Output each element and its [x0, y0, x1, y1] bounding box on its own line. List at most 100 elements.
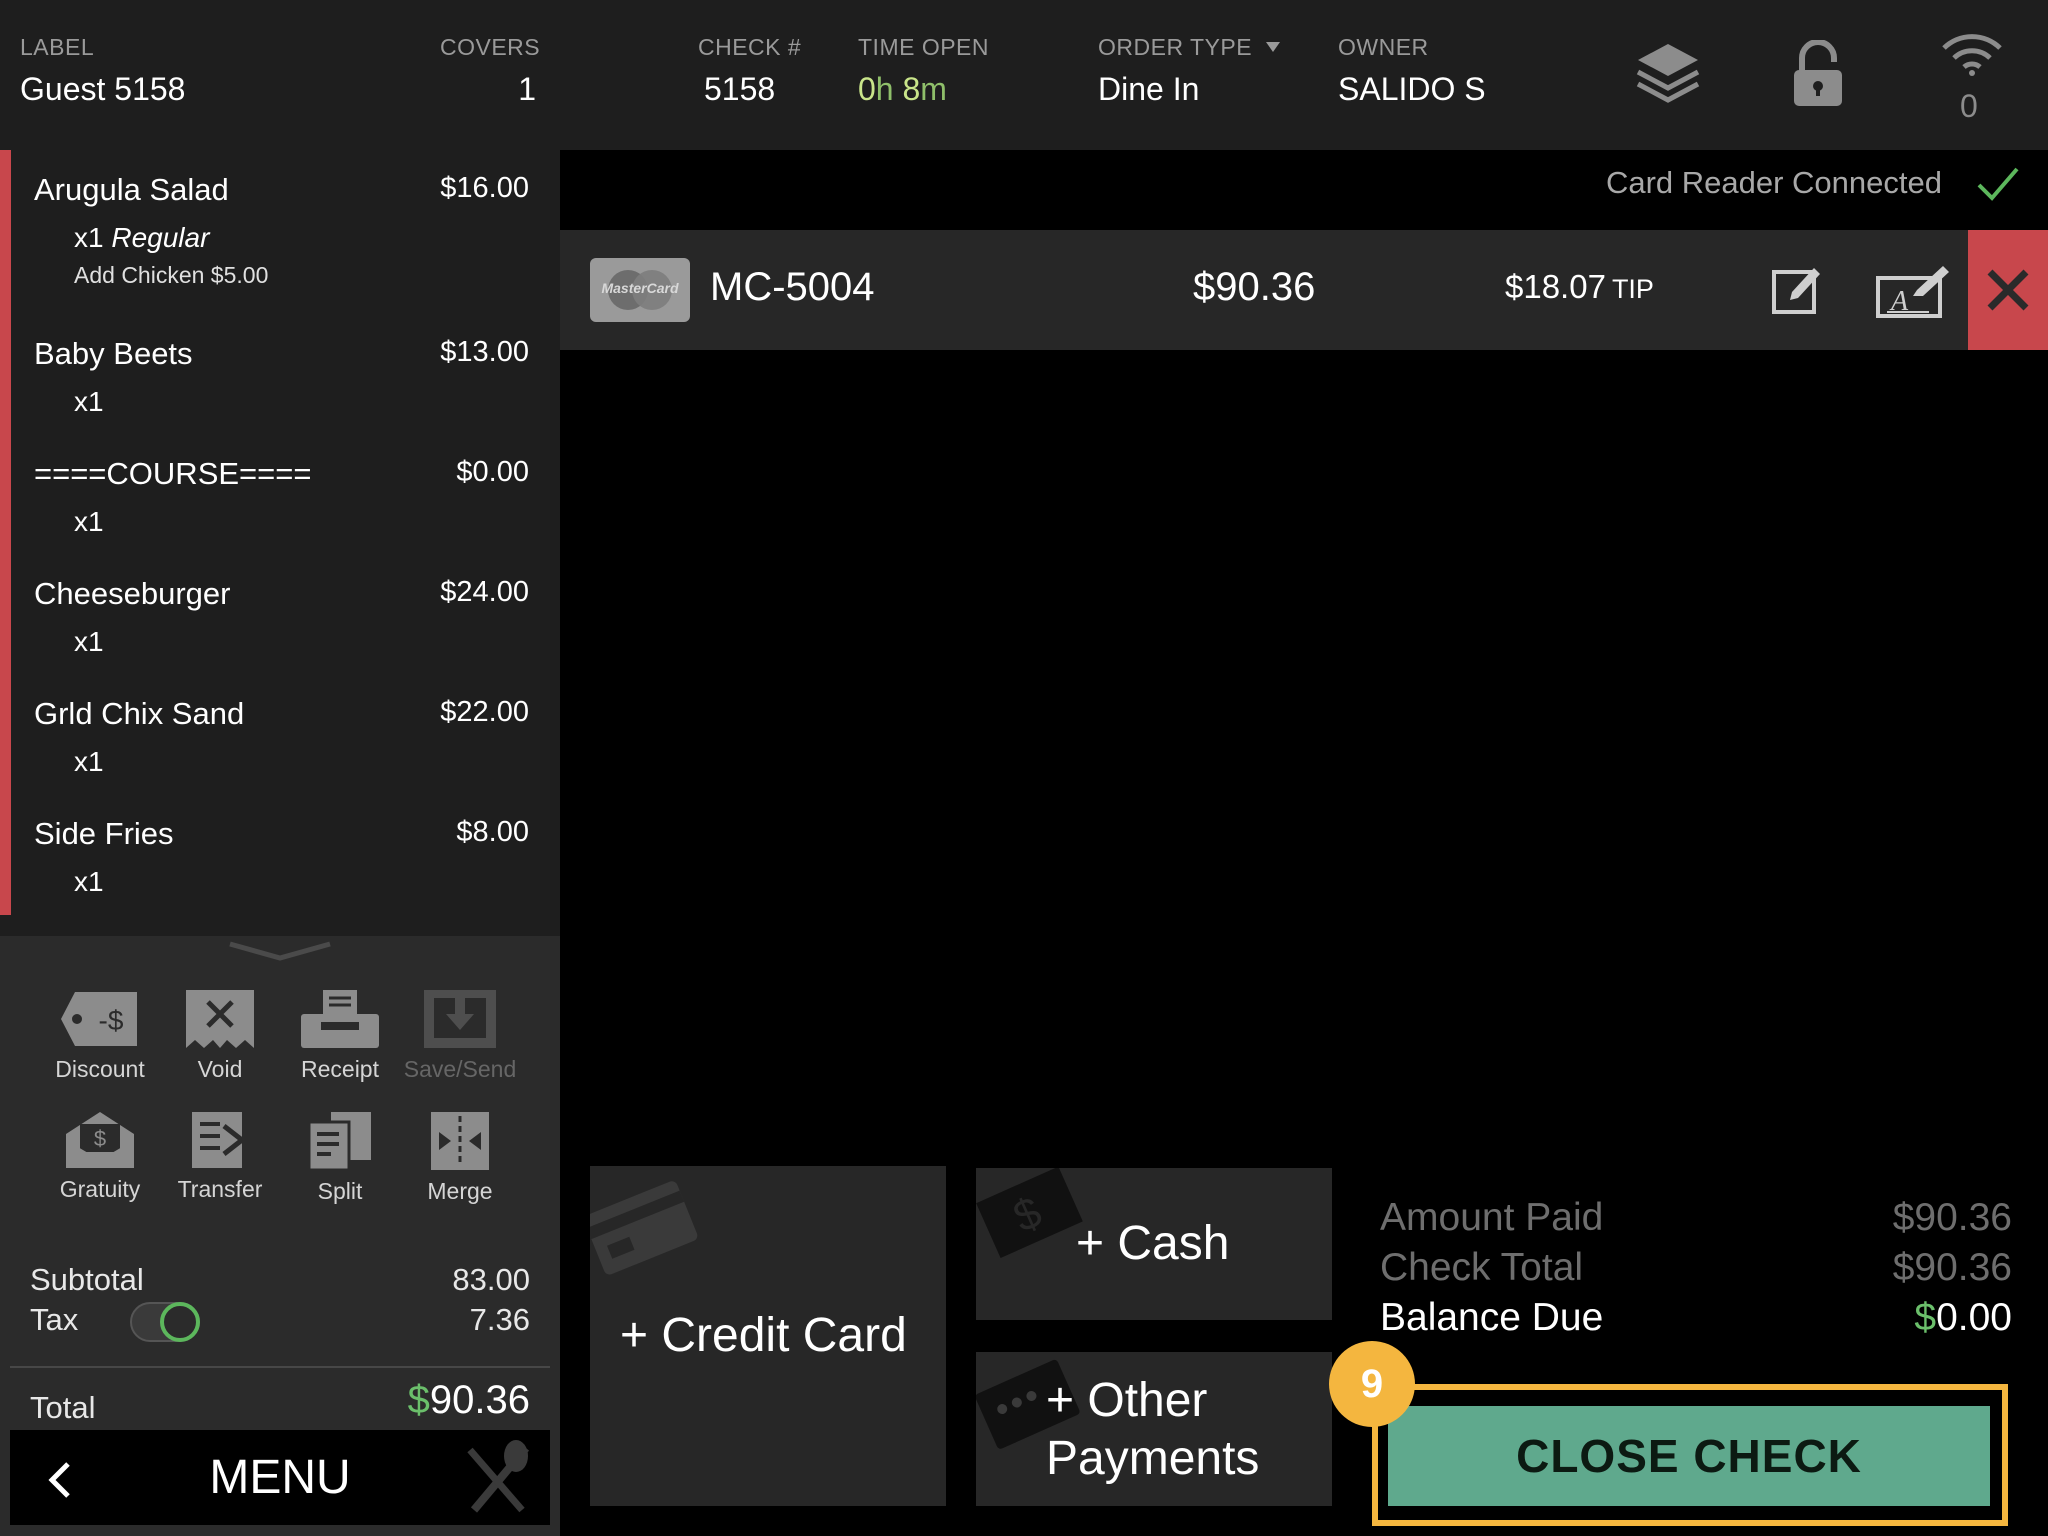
tip-amount: $18.07 [1505, 268, 1606, 305]
order-item[interactable]: Arugula Salad $16.00 x1 Regular Add Chic… [34, 172, 529, 289]
seat-accent-bar [0, 150, 11, 915]
mastercard-logo-icon: MasterCard [590, 258, 690, 322]
merge-icon [431, 1112, 489, 1170]
item-qty: x1 [74, 506, 104, 537]
split-button[interactable]: Split [280, 1110, 400, 1205]
item-price: $8.00 [456, 816, 529, 848]
total-label: Total [30, 1390, 96, 1425]
item-qty: x1 [74, 386, 104, 417]
delete-payment-button[interactable] [1968, 230, 2048, 350]
balance-amount: 0.00 [1936, 1296, 2012, 1339]
order-item[interactable]: Grld Chix Sand $22.00 x1 [34, 696, 529, 778]
receipt-button[interactable]: Receipt [280, 988, 400, 1083]
order-item[interactable]: Cheeseburger $24.00 x1 [34, 576, 529, 658]
covers-value: 1 [518, 71, 536, 107]
tax-value: 7.36 [469, 1302, 530, 1337]
split-label: Split [317, 1178, 363, 1204]
check-total-row: Check Total $90.36 [1380, 1246, 2012, 1290]
payment-row[interactable]: MasterCard MC-5004 $90.36 $18.07 TIP A [560, 230, 2048, 350]
check-value: 5158 [704, 71, 776, 107]
balance-due-label: Balance Due [1380, 1296, 1604, 1339]
item-variant: Regular [111, 222, 210, 253]
svg-text:-$: -$ [99, 1005, 124, 1036]
order-type-dropdown[interactable]: ORDER TYPE Dine In [1098, 34, 1281, 108]
credit-card-label: + Credit Card [620, 1309, 907, 1362]
item-price: $0.00 [456, 456, 529, 488]
edit-payment-icon[interactable] [1770, 262, 1826, 323]
gratuity-envelope-icon: $ [66, 1112, 134, 1168]
amount-paid-value: $90.36 [1892, 1196, 2012, 1239]
merge-label: Merge [427, 1178, 493, 1204]
covers-field[interactable]: COVERS 1 [440, 34, 541, 108]
gratuity-button[interactable]: $ Gratuity [40, 1110, 160, 1203]
tip-label: TIP [1611, 274, 1654, 304]
collapse-chevron-icon[interactable] [228, 940, 332, 967]
payment-card-number: MC-5004 [710, 265, 875, 309]
subtotal-row: Subtotal 83.00 [30, 1262, 530, 1298]
balance-due-row: Balance Due $0.00 [1380, 1296, 2012, 1340]
time-open-value: 0h 8m [858, 71, 989, 108]
balance-due-value: $0.00 [1914, 1296, 2012, 1340]
label-field[interactable]: LABEL Guest 5158 [20, 34, 185, 108]
order-items-list[interactable]: Arugula Salad $16.00 x1 Regular Add Chic… [0, 150, 560, 936]
gratuity-label: Gratuity [59, 1176, 141, 1202]
other-payments-tender-button[interactable]: + Other Payments [976, 1352, 1332, 1506]
menu-button[interactable]: MENU [10, 1430, 550, 1525]
dropdown-arrow-icon [1266, 42, 1281, 52]
item-price: $13.00 [440, 336, 529, 368]
item-price: $16.00 [440, 172, 529, 204]
check-total-value: $90.36 [1892, 1246, 2012, 1289]
total-amount: 90.36 [429, 1378, 530, 1422]
lock-icon[interactable] [1790, 39, 1846, 113]
order-type-caption: ORDER TYPE [1098, 34, 1253, 60]
order-item[interactable]: Side Fries $8.00 x1 [34, 816, 529, 898]
card-brand: MasterCard [601, 280, 679, 296]
cash-tender-button[interactable]: $ + Cash [976, 1168, 1332, 1320]
order-item[interactable]: Baby Beets $13.00 x1 [34, 336, 529, 418]
owner-field[interactable]: OWNER SALIDO S [1338, 34, 1486, 108]
cash-label: + Cash [1076, 1217, 1230, 1270]
close-icon [1987, 269, 2029, 311]
covers-caption: COVERS [440, 34, 541, 60]
transfer-icon [192, 1112, 247, 1168]
total-currency: $ [407, 1378, 430, 1422]
time-m-unit: m [920, 71, 947, 107]
other-payments-line1: + Other [1046, 1374, 1208, 1427]
label-caption: LABEL [20, 34, 95, 60]
discount-button[interactable]: -$ Discount [40, 988, 160, 1083]
merge-button[interactable]: Merge [400, 1110, 520, 1205]
time-open-caption: TIME OPEN [858, 34, 990, 60]
credit-card-icon [590, 1176, 700, 1281]
wifi-icon[interactable] [1940, 30, 2004, 81]
label-value: Guest 5158 [20, 71, 186, 107]
void-button[interactable]: Void [160, 988, 280, 1083]
credit-card-tender-button[interactable]: + Credit Card [590, 1166, 946, 1506]
payment-tip: $18.07 TIP [1505, 268, 1654, 306]
wifi-count: 0 [1960, 88, 1978, 124]
summary-divider [10, 1366, 550, 1368]
step-number-badge: 9 [1329, 1341, 1415, 1427]
item-qty: x1 [74, 866, 104, 897]
tax-toggle[interactable] [130, 1302, 200, 1342]
other-payments-label: + Other Payments [1046, 1372, 1259, 1488]
order-item[interactable]: ====COURSE==== $0.00 x1 [34, 456, 529, 538]
time-h-unit: h [875, 71, 894, 107]
item-name: ====COURSE==== [34, 456, 312, 491]
signature-icon[interactable]: A [1875, 262, 1951, 325]
layers-icon[interactable] [1634, 40, 1702, 111]
transfer-button[interactable]: Transfer [160, 1110, 280, 1203]
check-total-label: Check Total [1380, 1246, 1584, 1289]
close-check-button[interactable]: CLOSE CHECK [1388, 1406, 1990, 1506]
save-send-label: Save/Send [403, 1056, 517, 1082]
amount-paid-label: Amount Paid [1380, 1196, 1604, 1239]
item-price: $22.00 [440, 696, 529, 728]
item-modifier: Add Chicken $5.00 [74, 262, 269, 288]
save-send-icon [424, 990, 496, 1048]
owner-caption: OWNER [1338, 34, 1429, 60]
svg-text:$: $ [94, 1126, 106, 1151]
item-name: Side Fries [34, 816, 174, 851]
discount-label: Discount [55, 1056, 145, 1082]
receipt-label: Receipt [301, 1056, 379, 1082]
tax-label: Tax [30, 1302, 79, 1337]
save-send-button[interactable]: Save/Send [400, 988, 520, 1083]
